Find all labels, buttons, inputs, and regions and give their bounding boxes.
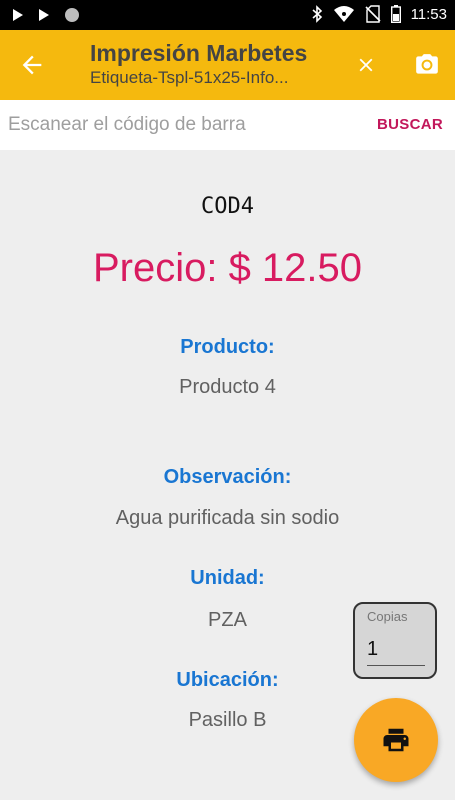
status-bar: 11:53 [0, 0, 455, 30]
observation-label: Observación: [163, 466, 292, 488]
battery-icon [390, 5, 401, 23]
close-icon[interactable] [355, 54, 377, 76]
status-time: 11:53 [410, 5, 447, 23]
product-price: Precio: $ 12.50 [92, 246, 363, 290]
bluetooth-icon [312, 5, 322, 23]
print-button[interactable] [354, 698, 438, 782]
page-subtitle: Etiqueta-Tspl-51x25-Info... [90, 68, 289, 87]
play-icon [39, 9, 49, 21]
search-button[interactable]: BUSCAR [377, 116, 443, 133]
search-bar: BUSCAR [0, 100, 455, 150]
no-sim-icon [364, 5, 381, 23]
product-code: COD4 [201, 194, 254, 219]
copies-field: Copias [353, 602, 437, 679]
app-bar: Impresión Marbetes Etiqueta-Tspl-51x25-I… [0, 30, 455, 100]
wifi-icon [333, 6, 354, 22]
observation-value: Agua purificada sin sodio [115, 507, 340, 529]
play-icon [13, 9, 23, 21]
barcode-search-input[interactable] [8, 108, 358, 142]
unit-label: Unidad: [190, 567, 265, 589]
status-bar-system: 11:53 [311, 5, 447, 23]
back-arrow-icon[interactable] [18, 51, 46, 79]
status-bar-notifications [12, 7, 80, 23]
copies-input[interactable] [367, 634, 425, 666]
printer-icon [383, 728, 409, 752]
product-label: Producto: [180, 336, 275, 358]
app-bar-titles: Impresión Marbetes Etiqueta-Tspl-51x25-I… [90, 39, 340, 89]
copies-label: Copias [367, 609, 408, 624]
circle-icon [65, 8, 79, 22]
page-title: Impresión Marbetes [90, 40, 308, 66]
product-value: Producto 4 [179, 376, 276, 398]
camera-icon[interactable] [413, 52, 441, 78]
